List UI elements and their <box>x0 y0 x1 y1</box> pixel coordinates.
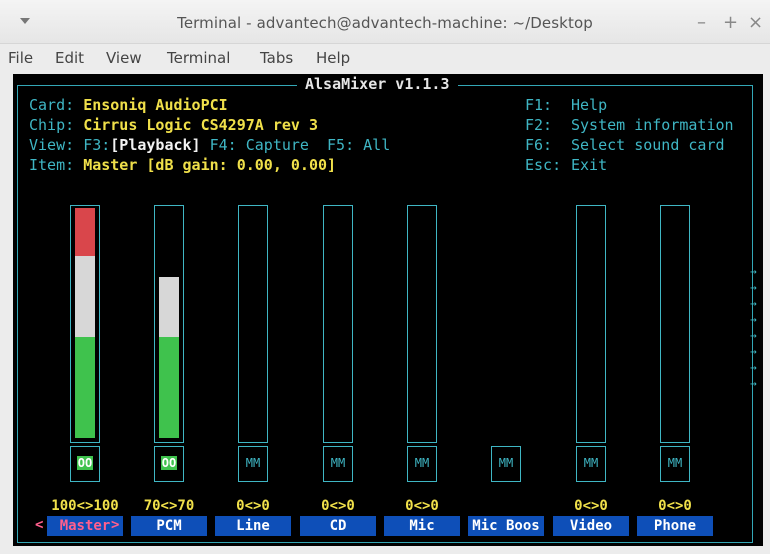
scroll-indicator: → → → → → → → → <box>750 265 757 390</box>
channel-name-mic[interactable]: Mic <box>384 516 460 536</box>
volume-bar-video[interactable] <box>576 205 606 443</box>
volume-value-cd: 0<>0 <box>321 498 355 514</box>
mute-toggle-video[interactable]: MM <box>576 446 606 482</box>
card-value: Ensoniq AudioPCI <box>83 96 228 114</box>
chip-value: Cirrus Logic CS4297A rev 3 <box>83 116 318 134</box>
menu-help[interactable]: Help <box>316 49 350 67</box>
volume-value-mic: 0<>0 <box>405 498 439 514</box>
mute-state: MM <box>667 456 683 470</box>
menubar: File Edit View Terminal Tabs Help <box>0 44 770 74</box>
chip-label: Chip: <box>29 116 75 134</box>
mute-state: OO <box>76 456 94 470</box>
volume-fill-green <box>75 337 95 438</box>
mute-state: MM <box>414 456 430 470</box>
mute-state: MM <box>245 456 261 470</box>
item-label: Item: <box>29 156 75 174</box>
volume-value-line: 0<>0 <box>236 498 270 514</box>
menu-file[interactable]: File <box>8 49 33 67</box>
terminal-area[interactable]: AlsaMixer v1.1.3 Card: Ensoniq AudioPCI … <box>13 74 763 546</box>
volume-bar-line[interactable] <box>238 205 268 443</box>
volume-bar-pcm[interactable] <box>154 205 184 443</box>
mute-toggle-phone[interactable]: MM <box>660 446 690 482</box>
key-f1: F1: <box>525 96 553 114</box>
card-label: Card: <box>29 96 75 114</box>
item-value: Master [dB gain: 0.00, 0.00] <box>83 156 337 174</box>
mute-state: OO <box>160 456 178 470</box>
mute-toggle-mic[interactable]: MM <box>407 446 437 482</box>
view-capture: F4: Capture <box>209 136 309 154</box>
menu-terminal[interactable]: Terminal <box>167 49 230 67</box>
volume-fill-white <box>75 256 95 337</box>
key-f2-action: System information <box>571 116 734 134</box>
volume-bar-mic[interactable] <box>407 205 437 443</box>
key-f2: F2: <box>525 116 553 134</box>
volume-bar-master[interactable] <box>70 205 100 443</box>
volume-fill-white <box>159 277 179 337</box>
volume-fill-red <box>75 208 95 256</box>
chip-line: Chip: Cirrus Logic CS4297A rev 3 <box>29 116 318 134</box>
alsamixer-title: AlsaMixer v1.1.3 <box>297 75 458 93</box>
channel-name-mic-boos[interactable]: Mic Boos <box>468 516 544 536</box>
volume-value-video: 0<>0 <box>574 498 608 514</box>
maximize-button[interactable]: + <box>723 12 738 33</box>
view-f3-key: F3: <box>83 136 111 154</box>
key-esc: Esc: <box>525 156 562 174</box>
channel-name-phone[interactable]: Phone <box>637 516 713 536</box>
mute-toggle-cd[interactable]: MM <box>323 446 353 482</box>
channel-name-cd[interactable]: CD <box>300 516 376 536</box>
key-f1-action: Help <box>571 96 608 114</box>
view-all: F5: All <box>327 136 391 154</box>
view-playback: [Playback] <box>110 136 201 154</box>
menu-edit[interactable]: Edit <box>55 49 84 67</box>
card-line: Card: Ensoniq AudioPCI <box>29 96 228 114</box>
channel-name-video[interactable]: Video <box>553 516 629 536</box>
mute-state: MM <box>330 456 346 470</box>
mute-toggle-master[interactable]: OO <box>70 446 100 482</box>
window-titlebar[interactable]: Terminal - advantech@advantech-machine: … <box>0 0 770 44</box>
key-f6-action: Select sound card <box>571 136 725 154</box>
selection-right-marker: > <box>111 517 120 533</box>
volume-value-phone: 0<>0 <box>658 498 692 514</box>
mute-state: MM <box>498 456 514 470</box>
volume-value-pcm: 70<>70 <box>143 498 195 514</box>
mute-toggle-line[interactable]: MM <box>238 446 268 482</box>
view-line: View: F3:[Playback] F4: Capture F5: All <box>29 136 390 154</box>
menu-tabs[interactable]: Tabs <box>260 49 293 67</box>
window-title: Terminal - advantech@advantech-machine: … <box>177 14 593 32</box>
volume-bar-cd[interactable] <box>323 205 353 443</box>
minimize-button[interactable]: – <box>697 12 706 33</box>
key-esc-action: Exit <box>571 156 608 174</box>
view-label: View: <box>29 136 75 154</box>
volume-fill-green <box>159 337 179 438</box>
close-button[interactable]: × <box>748 12 763 33</box>
mute-toggle-mic-boos[interactable]: MM <box>491 446 521 482</box>
item-line: Item: Master [dB gain: 0.00, 0.00] <box>29 156 336 174</box>
channel-name-line[interactable]: Line <box>215 516 291 536</box>
mute-state: MM <box>583 456 599 470</box>
selection-left-marker: < <box>35 517 44 533</box>
volume-value-master: 100<>100 <box>51 498 119 514</box>
channel-name-pcm[interactable]: PCM <box>131 516 207 536</box>
volume-bar-phone[interactable] <box>660 205 690 443</box>
menu-view[interactable]: View <box>106 49 142 67</box>
mute-toggle-pcm[interactable]: OO <box>154 446 184 482</box>
key-f6: F6: <box>525 136 553 154</box>
